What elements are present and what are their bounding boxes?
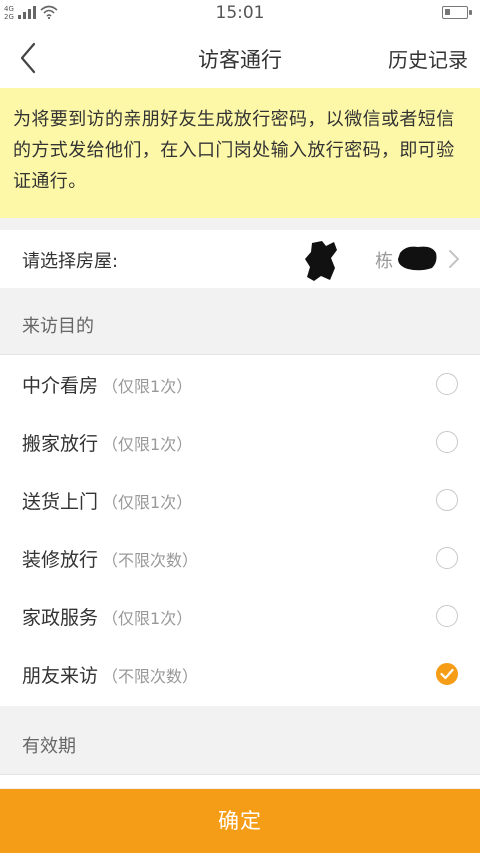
nav-bar: 访客通行 历史记录 (0, 26, 480, 88)
battery-icon (442, 6, 472, 19)
purpose-name: 送货上门 (22, 491, 99, 513)
check-icon (440, 668, 454, 680)
purpose-name: 中介看房 (22, 375, 99, 397)
purpose-limit: （仅限1次） (102, 435, 193, 454)
house-label: 请选择房屋: (22, 251, 119, 272)
purpose-list: 中介看房 （仅限1次） 搬家放行 （仅限1次） 送货上门 （仅限1次） 装修放行 （不限… (0, 354, 480, 706)
notice-banner: 为将要到访的亲朋好友生成放行密码，以微信或者短信的方式发给他们，在入口门岗处输入… (0, 88, 480, 218)
status-bar: 4G 2G 15:01 (0, 0, 480, 26)
radio-icon[interactable] (436, 547, 458, 569)
purpose-item[interactable]: 搬家放行 （仅限1次） (0, 413, 480, 471)
purpose-name: 装修放行 (22, 549, 99, 571)
purpose-limit: （仅限1次） (102, 377, 193, 396)
purpose-limit: （不限次数） (102, 667, 199, 686)
radio-icon[interactable] (436, 605, 458, 627)
purpose-label: 送货上门 （仅限1次） (22, 487, 192, 514)
purpose-limit: （仅限1次） (102, 609, 193, 628)
purpose-limit: （仅限1次） (102, 493, 193, 512)
validity-section-title: 有效期 (22, 736, 76, 757)
radio-icon[interactable] (436, 373, 458, 395)
battery-level (445, 9, 450, 15)
purpose-label: 搬家放行 （仅限1次） (22, 429, 192, 456)
radio-icon[interactable] (436, 663, 458, 685)
purpose-item[interactable]: 中介看房 （仅限1次） (0, 355, 480, 413)
chevron-right-icon (449, 250, 459, 268)
purpose-item[interactable]: 家政服务 （仅限1次） (0, 587, 480, 645)
purpose-limit: （不限次数） (102, 551, 199, 570)
status-time: 15:01 (215, 3, 265, 23)
redaction-mark (305, 241, 337, 281)
purpose-item[interactable]: 朋友来访 （不限次数） (0, 645, 480, 703)
purpose-label: 装修放行 （不限次数） (22, 545, 198, 572)
validity-row[interactable] (0, 774, 480, 788)
purpose-label: 中介看房 （仅限1次） (22, 371, 192, 398)
purpose-label: 朋友来访 （不限次数） (22, 661, 198, 688)
purpose-label: 家政服务 （仅限1次） (22, 603, 192, 630)
purpose-name: 搬家放行 (22, 433, 99, 455)
radio-icon[interactable] (436, 489, 458, 511)
redaction-mark (398, 246, 437, 271)
radio-icon[interactable] (436, 431, 458, 453)
confirm-button[interactable]: 确定 (0, 789, 480, 853)
history-button[interactable]: 历史记录 (388, 44, 468, 73)
purpose-name: 家政服务 (22, 607, 99, 629)
purpose-item[interactable]: 装修放行 （不限次数） (0, 529, 480, 587)
purpose-item[interactable]: 送货上门 （仅限1次） (0, 471, 480, 529)
purpose-name: 朋友来访 (22, 665, 99, 687)
purpose-section-title: 来访目的 (22, 316, 94, 337)
